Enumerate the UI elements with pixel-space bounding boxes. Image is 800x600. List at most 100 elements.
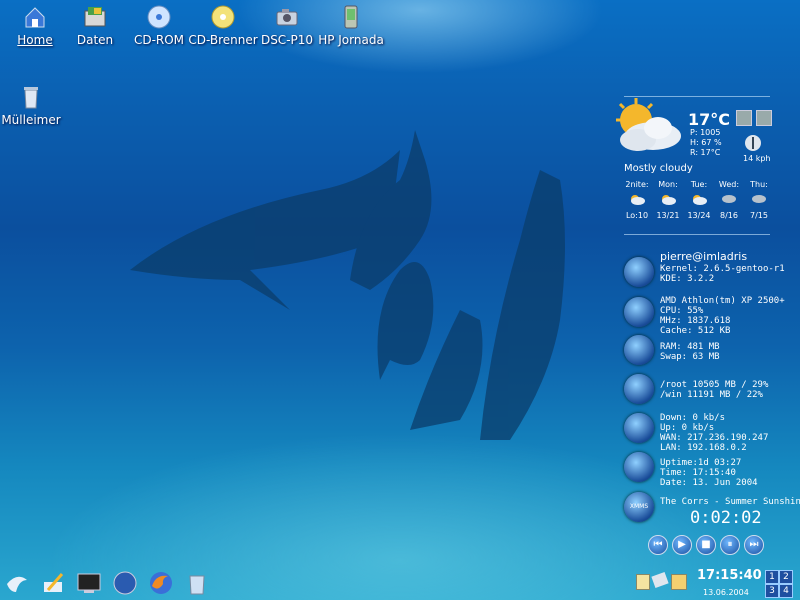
previous-track-button[interactable]: ⏮ bbox=[648, 535, 668, 555]
weather-humidity: H: 67 % bbox=[690, 138, 722, 147]
disk-icon bbox=[624, 374, 654, 404]
wan-line: WAN: 217.236.190.247 bbox=[660, 433, 769, 443]
forecast-temps: Lo:10 bbox=[625, 211, 649, 220]
forecast-temps: 13/21 bbox=[656, 211, 680, 220]
desktop-icon-label: DSC-P10 bbox=[260, 33, 314, 47]
cd-burner-icon bbox=[211, 5, 235, 29]
forecast-cloud-icon bbox=[693, 195, 707, 205]
play-button[interactable]: ▶ bbox=[672, 535, 692, 555]
weather-pressure: P: 1005 bbox=[690, 128, 721, 137]
tux-icon bbox=[624, 257, 654, 287]
forecast-rain-icon bbox=[752, 195, 766, 203]
stop-button[interactable]: ■ bbox=[696, 535, 716, 555]
wind-icon bbox=[745, 135, 761, 151]
firefox-icon[interactable] bbox=[148, 570, 174, 596]
clock-icon bbox=[624, 452, 654, 482]
camera-icon bbox=[276, 9, 298, 26]
desktop-icon-cdrom[interactable]: CD-ROM bbox=[124, 4, 194, 47]
desktop-icon-daten[interactable]: Daten bbox=[60, 4, 130, 47]
swap-line: Swap: 63 MB bbox=[660, 352, 720, 362]
weather-wind: 14 kph bbox=[743, 154, 771, 163]
memory-icon bbox=[624, 335, 654, 365]
forecast-item: Tue: 13/24 bbox=[684, 180, 714, 220]
cpu-mhz: MHz: 1837.618 bbox=[660, 316, 731, 326]
trash-launcher-icon[interactable] bbox=[184, 570, 210, 596]
home-icon bbox=[25, 7, 45, 28]
terminal-icon[interactable] bbox=[76, 570, 102, 596]
disk-info: /root 10505 MB / 29% /win 11191 MB / 22% bbox=[660, 380, 800, 400]
kernel-info: Kernel: 2.6.5-gentoo-r1 KDE: 3.2.2 bbox=[660, 264, 800, 284]
desktop-icon-label: CD-Brenner bbox=[188, 33, 258, 47]
date-line: Date: 13. Jun 2004 bbox=[660, 478, 758, 488]
desktop-2-button[interactable]: 2 bbox=[779, 570, 793, 584]
forecast-day: Wed: bbox=[718, 180, 740, 189]
kde-line: KDE: 3.2.2 bbox=[660, 274, 715, 284]
forecast-item: Mon: 13/21 bbox=[653, 180, 683, 220]
desktop-icon-dsc-p10[interactable]: DSC-P10 bbox=[252, 4, 322, 47]
taskbar-clock[interactable]: 17:15:40 bbox=[697, 568, 762, 583]
forecast-day: Mon: bbox=[658, 180, 678, 189]
separator bbox=[624, 234, 770, 235]
editor-icon[interactable] bbox=[40, 570, 66, 596]
uptime-line: Uptime:1d 03:27 bbox=[660, 458, 742, 468]
forecast-temps: 8/16 bbox=[720, 211, 738, 220]
xmms-player-icon[interactable]: XMMS bbox=[624, 492, 654, 522]
up-line: Up: 0 kb/s bbox=[660, 423, 715, 433]
notes-icon[interactable] bbox=[651, 571, 669, 589]
pause-button[interactable]: ⏸ bbox=[720, 535, 740, 555]
desktop-3-button[interactable]: 3 bbox=[765, 584, 779, 598]
weather-temperature: 17°C bbox=[688, 110, 731, 129]
forecast-cloud-icon bbox=[662, 195, 676, 205]
down-line: Down: 0 kb/s bbox=[660, 413, 726, 423]
forecast-item: Wed: 8/16 bbox=[714, 180, 744, 220]
weather-settings-icon[interactable] bbox=[736, 110, 752, 126]
wallpaper-dolphins bbox=[130, 130, 565, 440]
next-track-button[interactable]: ⏭ bbox=[744, 535, 764, 555]
network-icon bbox=[624, 413, 654, 443]
user-host: pierre@imladris bbox=[660, 250, 748, 263]
weather-refresh-icon[interactable] bbox=[756, 110, 772, 126]
trash-icon bbox=[24, 87, 38, 109]
desktop-icon-label: CD-ROM bbox=[133, 33, 185, 47]
tray-app-icon[interactable] bbox=[671, 574, 687, 590]
cpu-usage: CPU: 55% bbox=[660, 306, 704, 316]
lan-line: LAN: 192.168.0.2 bbox=[660, 443, 747, 453]
xmms-icon[interactable] bbox=[112, 570, 138, 596]
desktop-icon-label: HP Jornada bbox=[318, 33, 384, 47]
desktop-icon-label: Mülleimer bbox=[1, 113, 61, 127]
time-line: Time: 17:15:40 bbox=[660, 468, 736, 478]
cpu-icon bbox=[624, 297, 654, 327]
weather-details: P: 1005 H: 67 % R: 17°C bbox=[690, 128, 722, 158]
root-line: /root 10505 MB / 29% bbox=[660, 380, 769, 390]
player-elapsed: 0:02:02 bbox=[690, 508, 762, 528]
now-playing: The Corrs - Summer Sunshine bbox=[660, 497, 800, 507]
forecast-cloud-icon bbox=[631, 195, 645, 205]
desktop-4-button[interactable]: 4 bbox=[779, 584, 793, 598]
pda-icon bbox=[344, 5, 358, 29]
cpu-info: AMD Athlon(tm) XP 2500+ CPU: 55% MHz: 18… bbox=[660, 296, 800, 336]
memory-info: RAM: 481 MB Swap: 63 MB bbox=[660, 342, 800, 362]
cdrom-icon bbox=[147, 5, 171, 29]
forecast-temps: 7/15 bbox=[750, 211, 768, 220]
kernel-line: Kernel: 2.6.5-gentoo-r1 bbox=[660, 264, 785, 274]
forecast-day: Tue: bbox=[690, 180, 708, 189]
taskbar-date: 13.06.2004 bbox=[703, 588, 749, 597]
forecast-day: Thu: bbox=[750, 180, 768, 189]
network-info: Down: 0 kb/s Up: 0 kb/s WAN: 217.236.190… bbox=[660, 413, 800, 453]
desktop-icon-trash[interactable]: Mülleimer bbox=[0, 84, 66, 127]
clipboard-icon[interactable] bbox=[636, 574, 650, 590]
forecast-rain-icon bbox=[722, 195, 736, 203]
uptime-info: Uptime:1d 03:27 Time: 17:15:40 Date: 13.… bbox=[660, 458, 800, 488]
forecast-item: 2nite: Lo:10 bbox=[622, 180, 652, 220]
desktop-icon-hp-jornada[interactable]: HP Jornada bbox=[316, 4, 386, 47]
ram-line: RAM: 481 MB bbox=[660, 342, 720, 352]
forecast-day: 2nite: bbox=[625, 180, 649, 189]
forecast-temps: 13/24 bbox=[687, 211, 711, 220]
desktop-1-button[interactable]: 1 bbox=[765, 570, 779, 584]
cpu-name: AMD Athlon(tm) XP 2500+ bbox=[660, 296, 785, 306]
desktop-icon-cd-brenner[interactable]: CD-Brenner bbox=[188, 4, 258, 47]
partly-cloudy-icon bbox=[616, 98, 681, 151]
desktop-icon-label: Daten bbox=[76, 33, 114, 47]
kde-menu-icon[interactable] bbox=[4, 570, 30, 596]
weather-condition: Mostly cloudy bbox=[624, 163, 693, 174]
